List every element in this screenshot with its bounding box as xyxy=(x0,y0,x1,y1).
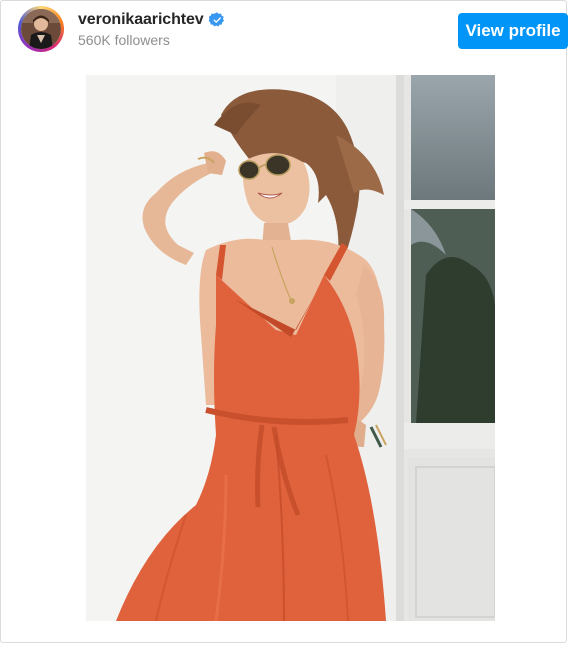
verified-badge-icon xyxy=(208,12,225,28)
username-row: veronikaarichtev xyxy=(78,11,225,29)
avatar-image xyxy=(21,9,61,49)
post-header: veronikaarichtev 560K followers View pro… xyxy=(18,6,568,52)
followers-count: 560K followers xyxy=(78,32,170,48)
view-profile-button[interactable]: View profile xyxy=(458,13,568,49)
avatar[interactable] xyxy=(21,9,61,49)
avatar-story-ring[interactable] xyxy=(18,6,64,52)
post-photo[interactable] xyxy=(86,75,495,621)
instagram-embed-card: veronikaarichtev 560K followers View pro… xyxy=(0,0,568,643)
username[interactable]: veronikaarichtev xyxy=(78,11,204,29)
